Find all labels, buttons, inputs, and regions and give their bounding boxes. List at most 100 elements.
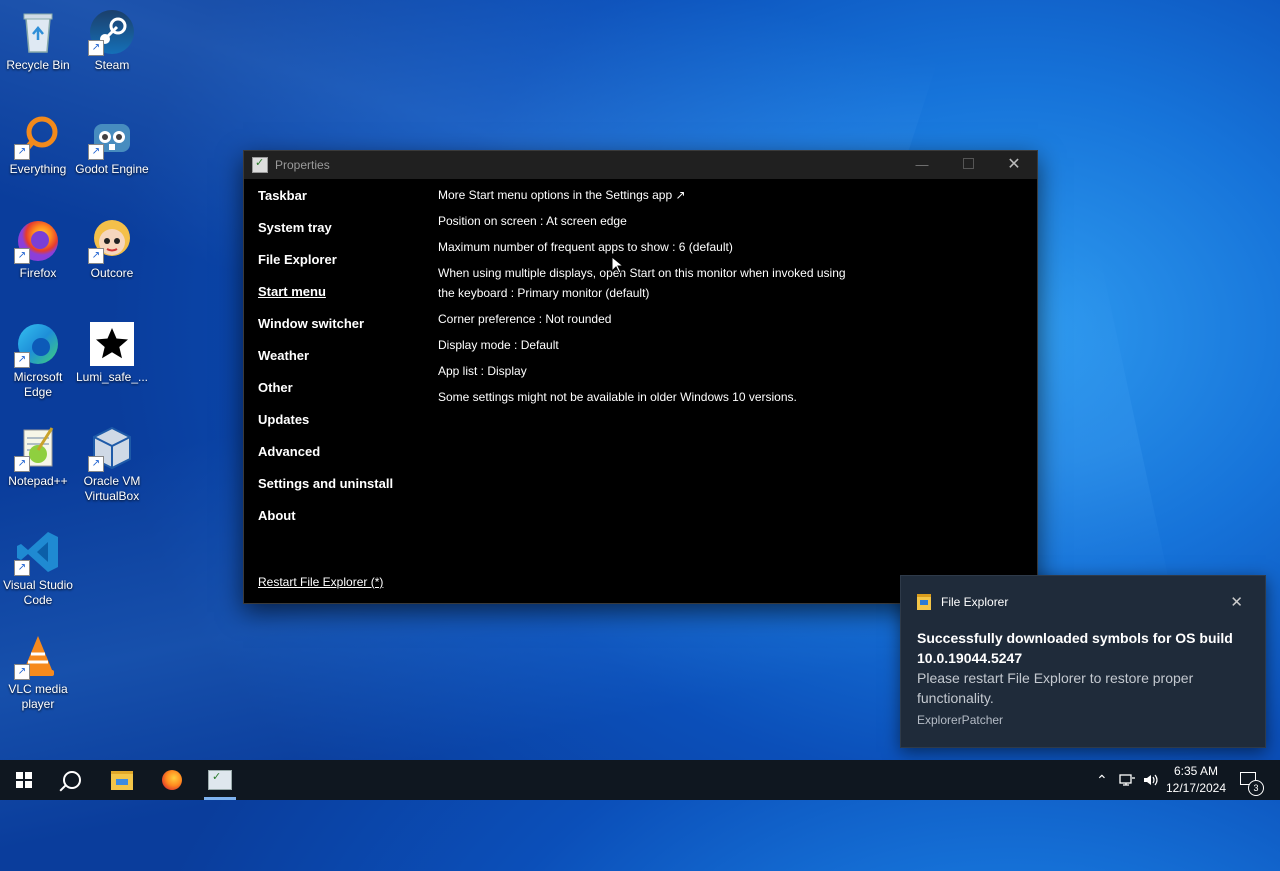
desktop-icon-godot[interactable]: ↗ Godot Engine	[74, 112, 150, 177]
desktop-icon-steam[interactable]: ↗ Steam	[74, 8, 150, 73]
godot-icon: ↗	[88, 112, 136, 160]
edge-icon: ↗	[14, 320, 62, 368]
shortcut-arrow-icon: ↗	[88, 40, 104, 56]
shortcut-arrow-icon: ↗	[14, 144, 30, 160]
file-explorer-icon	[917, 594, 931, 610]
nav-item-taskbar[interactable]: Taskbar	[258, 185, 428, 217]
steam-icon: ↗	[88, 8, 136, 56]
desktop-icon-label: Microsoft Edge	[13, 370, 63, 399]
action-center-button[interactable]: 3	[1238, 768, 1264, 796]
restart-file-explorer-link[interactable]: Restart File Explorer (*)	[258, 575, 383, 589]
notification-toast[interactable]: File Explorer ✕ Successfully downloaded …	[900, 575, 1266, 748]
close-button[interactable]: ✕	[991, 151, 1037, 179]
shortcut-arrow-icon: ↗	[88, 456, 104, 472]
explorerpatcher-app-icon	[208, 770, 232, 790]
tray-overflow-chevron-icon[interactable]: ⌃	[1096, 760, 1108, 800]
maximize-button[interactable]	[945, 151, 991, 179]
nav-item-system-tray[interactable]: System tray	[258, 217, 428, 249]
setting-app-list[interactable]: App list : Display	[438, 361, 858, 381]
nav-item-updates[interactable]: Updates	[258, 409, 428, 441]
toast-headline: Successfully downloaded symbols for OS b…	[917, 630, 1233, 666]
vlc-icon: ↗	[14, 632, 62, 680]
desktop-icon-label: VLC media player	[8, 682, 68, 711]
search-icon	[63, 771, 81, 789]
vscode-icon: ↗	[14, 528, 62, 576]
desktop-icon-microsoft-edge[interactable]: ↗ Microsoft Edge	[0, 320, 76, 400]
desktop-icon-vscode[interactable]: ↗ Visual Studio Code	[0, 528, 76, 608]
setting-multiple-displays[interactable]: When using multiple displays, open Start…	[438, 263, 858, 303]
nav-item-window-switcher[interactable]: Window switcher	[258, 313, 428, 345]
setting-corner-preference[interactable]: Corner preference : Not rounded	[438, 309, 858, 329]
desktop-icon-lumi-safe[interactable]: Lumi_safe_...	[74, 320, 150, 385]
toast-body: Please restart File Explorer to restore …	[917, 670, 1194, 706]
mouse-cursor-icon	[611, 256, 625, 274]
desktop-icon-label: Notepad++	[8, 474, 68, 488]
folder-icon	[111, 770, 133, 790]
desktop-icon-label: Visual Studio Code	[3, 578, 73, 607]
setting-position-on-screen[interactable]: Position on screen : At screen edge	[438, 211, 858, 231]
desktop-icon-virtualbox[interactable]: ↗ Oracle VM VirtualBox	[74, 424, 150, 504]
search-button[interactable]	[48, 760, 96, 800]
desktop-icon-label: Everything	[9, 162, 67, 176]
shortcut-arrow-icon: ↗	[14, 560, 30, 576]
taskbar-file-explorer[interactable]	[98, 760, 146, 800]
taskbar-properties-window[interactable]	[196, 760, 244, 800]
notification-count-badge: 3	[1248, 780, 1264, 796]
taskbar: ⌃ 6:35 AM 12/17/2024 3	[0, 760, 1280, 800]
clock-date: 12/17/2024	[1165, 781, 1227, 795]
desktop-icon-label: Lumi_safe_...	[75, 370, 149, 384]
shortcut-arrow-icon: ↗	[14, 352, 30, 368]
desktop-icon-firefox[interactable]: ↗ Firefox	[0, 216, 76, 281]
desktop-icon-label: Godot Engine	[75, 162, 149, 176]
desktop-icon-recycle-bin[interactable]: Recycle Bin	[0, 8, 76, 73]
window-title: Properties	[275, 158, 330, 172]
settings-note: Some settings might not be available in …	[438, 390, 797, 404]
nav-item-other[interactable]: Other	[258, 377, 428, 409]
star-icon	[88, 320, 136, 368]
properties-window: Properties — ✕ Taskbar System tray File …	[243, 150, 1038, 604]
toast-app-name: File Explorer	[941, 595, 1009, 609]
start-button[interactable]	[0, 760, 48, 800]
network-icon[interactable]	[1118, 760, 1136, 800]
desktop-icon-label: Recycle Bin	[6, 58, 70, 72]
toast-close-button[interactable]: ✕	[1230, 593, 1243, 611]
nav-item-start-menu[interactable]: Start menu	[258, 281, 428, 313]
shortcut-arrow-icon: ↗	[88, 144, 104, 160]
firefox-icon	[162, 770, 182, 790]
system-clock[interactable]: 6:35 AM 12/17/2024	[1160, 763, 1232, 797]
toast-attribution: ExplorerPatcher	[917, 713, 1004, 727]
recycle-bin-icon	[14, 8, 62, 56]
nav-item-file-explorer[interactable]: File Explorer	[258, 249, 428, 281]
shortcut-arrow-icon: ↗	[14, 248, 30, 264]
minimize-button[interactable]: —	[899, 151, 945, 179]
nav-item-about[interactable]: About	[258, 505, 428, 537]
taskbar-firefox[interactable]	[148, 760, 196, 800]
toast-header: File Explorer	[917, 594, 1008, 610]
firefox-icon: ↗	[14, 216, 62, 264]
setting-more-options-link[interactable]: More Start menu options in the Settings …	[438, 185, 858, 205]
setting-max-frequent-apps[interactable]: Maximum number of frequent apps to show …	[438, 237, 858, 257]
clock-time: 6:35 AM	[1173, 764, 1219, 778]
title-bar[interactable]: Properties — ✕	[244, 151, 1037, 179]
volume-icon[interactable]	[1142, 760, 1160, 800]
desktop-icon-label: Outcore	[90, 266, 134, 280]
virtualbox-icon: ↗	[88, 424, 136, 472]
shortcut-arrow-icon: ↗	[88, 248, 104, 264]
nav-item-advanced[interactable]: Advanced	[258, 441, 428, 473]
desktop-icon-label: Firefox	[19, 266, 57, 280]
shortcut-arrow-icon: ↗	[14, 456, 30, 472]
nav-item-settings-and-uninstall[interactable]: Settings and uninstall	[258, 473, 428, 505]
desktop-icon-everything[interactable]: ↗ Everything	[0, 112, 76, 177]
desktop-icon-label: Steam	[94, 58, 130, 72]
nav-item-weather[interactable]: Weather	[258, 345, 428, 377]
desktop-icon-notepadpp[interactable]: ↗ Notepad++	[0, 424, 76, 489]
everything-search-icon: ↗	[14, 112, 62, 160]
desktop-icon-outcore[interactable]: ↗ Outcore	[74, 216, 150, 281]
setting-display-mode[interactable]: Display mode : Default	[438, 335, 858, 355]
start-menu-settings: More Start menu options in the Settings …	[438, 185, 858, 413]
desktop-icon-vlc[interactable]: ↗ VLC media player	[0, 632, 76, 712]
notepadpp-icon: ↗	[14, 424, 62, 472]
desktop-icon-label: Oracle VM VirtualBox	[83, 474, 141, 503]
explorerpatcher-app-icon	[252, 156, 268, 173]
windows-logo-icon	[16, 772, 32, 788]
